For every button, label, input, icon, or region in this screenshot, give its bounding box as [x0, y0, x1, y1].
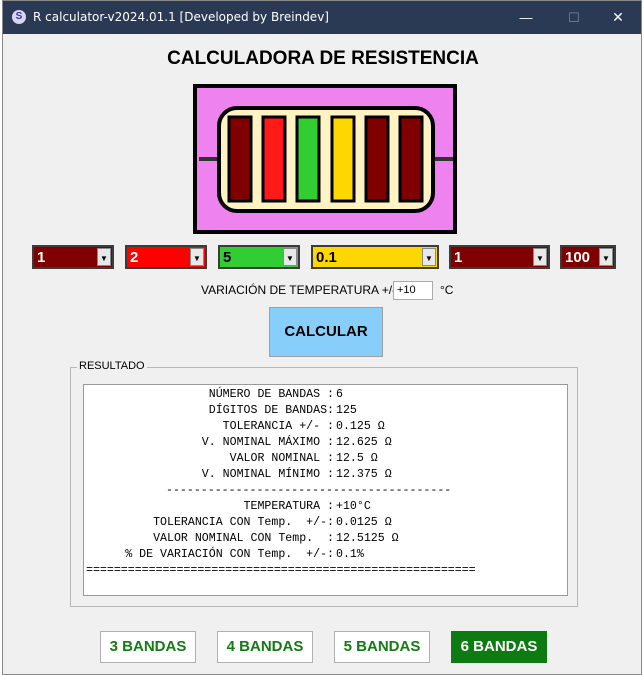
result-label: DÍGITOS DE BANDAS: [208, 404, 334, 417]
result-label: % DE VARIACIÓN CON Temp. +/-: [125, 548, 334, 561]
maximize-button[interactable]: ☐ [551, 1, 597, 34]
result-divider: ----------------------------------------… [166, 484, 452, 497]
resistor-band-4 [330, 115, 356, 203]
dropdown-arrow-icon[interactable]: ▼ [422, 248, 436, 266]
result-line: TOLERANCIA CON Temp. +/-: 0.0125 Ω [86, 515, 566, 531]
result-line: V. NOMINAL MÍNIMO :12.375 Ω [86, 467, 566, 483]
result-line: TOLERANCIA +/- :0.125 Ω [86, 419, 566, 435]
result-line: ----------------------------------------… [86, 483, 566, 499]
resistor-band-2 [261, 115, 287, 203]
result-value: 12.625 Ω [336, 436, 392, 449]
resistor-band-1 [227, 115, 253, 203]
mode-6-bandas-button[interactable]: 6 BANDAS [451, 631, 547, 663]
mode-3-bandas-button[interactable]: 3 BANDAS [100, 631, 196, 663]
calculate-button[interactable]: CALCULAR [269, 307, 383, 357]
band-3-value: 5 [223, 249, 232, 266]
result-legend: RESULTADO [77, 360, 147, 372]
result-divider: ========================================… [86, 564, 476, 577]
result-label: TOLERANCIA +/- : [222, 420, 334, 433]
dropdown-arrow-icon[interactable]: ▼ [599, 248, 613, 266]
result-line: VALOR NOMINAL CON Temp. :12.5125 Ω [86, 531, 566, 547]
band-6-value: 100 [565, 249, 591, 266]
dropdown-arrow-icon[interactable]: ▼ [533, 248, 547, 266]
page-title: CALCULADORA DE RESISTENCIA [167, 48, 479, 69]
band-6-select[interactable]: 100 ▼ [560, 245, 616, 269]
result-value: 6 [336, 388, 343, 401]
dropdown-arrow-icon[interactable]: ▼ [283, 248, 297, 266]
app-logo-icon: S [12, 10, 26, 24]
dropdown-arrow-icon[interactable]: ▼ [97, 248, 111, 266]
result-value: 125 [336, 404, 357, 417]
band-5-value: 1 [454, 249, 463, 266]
band-4-select[interactable]: 0.1 ▼ [311, 245, 439, 269]
result-label: VALOR NOMINAL CON Temp. : [153, 532, 334, 545]
result-value: 12.5 Ω [336, 452, 378, 465]
band-2-select[interactable]: 2 ▼ [125, 245, 207, 269]
band-1-select[interactable]: 1 ▼ [32, 245, 114, 269]
band-1-value: 1 [37, 249, 46, 266]
result-line: % DE VARIACIÓN CON Temp. +/-: 0.1% [86, 547, 566, 563]
result-line: TEMPERATURA : +10°C [86, 499, 566, 515]
result-label: NÚMERO DE BANDAS : [208, 388, 334, 401]
minimize-button[interactable]: — [503, 1, 549, 34]
result-value: 12.375 Ω [336, 468, 392, 481]
resistor-diagram [193, 84, 457, 234]
window-title: R calculator-v2024.01.1 [Developed by Br… [33, 10, 329, 24]
result-value: 0.1% [336, 548, 364, 561]
result-value: +10°C [336, 500, 371, 513]
band-2-value: 2 [130, 249, 139, 266]
result-value: 0.125 Ω [336, 420, 385, 433]
temperature-unit: °C [440, 283, 454, 297]
temperature-input[interactable]: +10 [393, 281, 433, 300]
result-line: DÍGITOS DE BANDAS: 125 [86, 403, 566, 419]
result-value: 12.5125 Ω [336, 532, 399, 545]
result-label: V. NOMINAL MÁXIMO : [201, 436, 334, 449]
result-line: VALOR NOMINAL :12.5 Ω [86, 451, 566, 467]
result-textbox[interactable]: NÚMERO DE BANDAS :6 DÍGITOS DE BANDAS: 125… [83, 384, 568, 596]
result-label: TOLERANCIA CON Temp. +/-: [153, 516, 334, 529]
mode-5-bandas-button[interactable]: 5 BANDAS [334, 631, 430, 663]
result-line: NÚMERO DE BANDAS :6 [86, 387, 566, 403]
band-5-select[interactable]: 1 ▼ [449, 245, 550, 269]
resistor-band-6 [398, 115, 424, 203]
title-bar[interactable]: S R calculator-v2024.01.1 [Developed by … [3, 1, 641, 34]
result-line: ========================================… [86, 563, 566, 579]
result-value: 0.0125 Ω [336, 516, 392, 529]
resistor-band-5 [364, 115, 390, 203]
result-line: V. NOMINAL MÁXIMO :12.625 Ω [86, 435, 566, 451]
resistor-band-3 [295, 115, 321, 203]
dropdown-arrow-icon[interactable]: ▼ [190, 248, 204, 266]
result-label: TEMPERATURA : [243, 500, 334, 513]
result-label: VALOR NOMINAL : [229, 452, 334, 465]
temperature-label: VARIACIÓN DE TEMPERATURA +/- : [201, 283, 403, 297]
result-label: V. NOMINAL MÍNIMO : [201, 468, 334, 481]
band-3-select[interactable]: 5 ▼ [218, 245, 300, 269]
band-4-value: 0.1 [316, 249, 337, 266]
mode-4-bandas-button[interactable]: 4 BANDAS [217, 631, 313, 663]
app-window: S R calculator-v2024.01.1 [Developed by … [2, 0, 642, 675]
close-button[interactable]: ✕ [595, 1, 641, 34]
